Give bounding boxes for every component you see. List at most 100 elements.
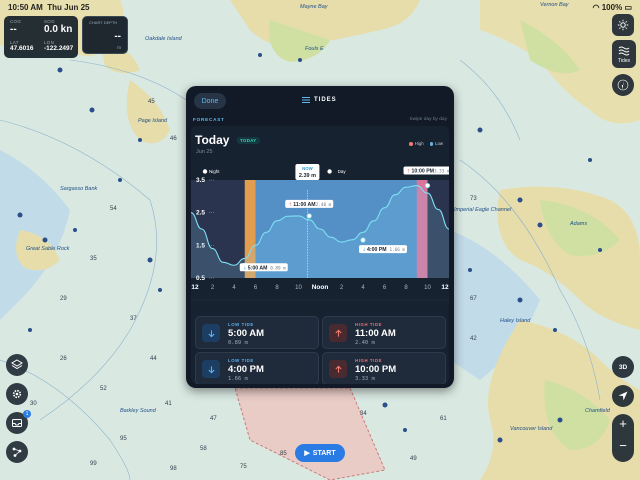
route-button[interactable]: [6, 441, 28, 463]
day-date: Jun 25: [196, 149, 213, 155]
depth-number: 49: [410, 456, 417, 462]
battery-percent: 100%: [601, 3, 623, 12]
layers-button[interactable]: [6, 354, 28, 376]
high-tide-cell[interactable]: HIGH TIDE 10:00 PM 3.33 m: [322, 352, 446, 384]
layers-icon: [11, 359, 23, 370]
depth-number: 37: [130, 316, 137, 322]
chart-depth-value: --: [114, 31, 121, 42]
tide-type: HIGH TIDE: [355, 358, 383, 363]
legend-low: Low: [429, 141, 443, 146]
tide-type: LOW TIDE: [228, 358, 254, 363]
start-button[interactable]: ▶ START: [295, 444, 345, 462]
tide-time: 10:00 PM: [355, 364, 397, 375]
zoom-out-button[interactable]: −: [612, 438, 634, 453]
y-tick-label: 2.5: [196, 210, 205, 217]
tides-button[interactable]: Tides: [612, 40, 636, 68]
sun-icon: [327, 169, 332, 174]
high-tide-point: [306, 213, 312, 219]
tide-height: 1.66 m: [228, 376, 248, 382]
place-label: Chamfield: [585, 408, 611, 414]
battery-icon: ▭: [624, 3, 632, 12]
tide-callout-time: 11:00 AM: [293, 202, 315, 208]
settings-button[interactable]: [6, 383, 28, 405]
lat-value: 47.6016: [10, 45, 34, 52]
low-tide-cell[interactable]: LOW TIDE 4:00 PM 1.66 m: [195, 352, 319, 384]
place-label: Imperial Eagle Channel: [454, 207, 512, 213]
arrow-up-icon: [329, 360, 347, 378]
depth-number: 44: [150, 356, 157, 362]
depth-number: 47: [210, 416, 217, 422]
tide-callout-height: 1.66 m: [389, 247, 405, 253]
tide-chart-svg[interactable]: NightDayNight3.52.51.50.5NOW2.39 m↓5:00 …: [191, 160, 449, 308]
swipe-hint: Swipe day by day: [409, 117, 447, 122]
tides-icon: [618, 46, 630, 56]
zoom-control[interactable]: + −: [612, 414, 634, 462]
gear-icon: [12, 389, 22, 399]
day-card[interactable]: Today TODAY Jun 25 High Low NightDayNigh…: [191, 126, 449, 384]
panel-title: TIDES: [302, 97, 337, 103]
x-tick-label: 12: [191, 284, 199, 291]
inbox-button[interactable]: 1: [6, 410, 31, 434]
cog-readout: COG --: [10, 19, 21, 35]
arrow-up-icon: ↑: [407, 169, 411, 175]
band-label: Night: [209, 169, 220, 174]
arrow-up-icon: [329, 324, 347, 342]
depth-number: 98: [170, 466, 177, 472]
sog-readout: SOG 0.0 kn: [44, 19, 72, 35]
tide-time: 5:00 AM: [228, 328, 265, 339]
chart-legend: High Low: [409, 141, 443, 146]
tide-chart[interactable]: NightDayNight3.52.51.50.5NOW2.39 m↓5:00 …: [191, 160, 449, 308]
tide-callout-time: 5:00 AM: [248, 265, 268, 271]
place-label: Adams: [569, 221, 587, 227]
band-label: Day: [338, 169, 347, 174]
status-time: 10:50 AM: [8, 3, 43, 12]
tide-height: 3.33 m: [355, 376, 375, 382]
x-tick-label: 8: [275, 285, 279, 291]
legend-high-label: High: [414, 141, 424, 146]
depth-number: 46: [170, 136, 177, 142]
high-dot-icon: [409, 142, 413, 146]
arrow-down-icon: ↓: [362, 247, 366, 253]
wifi-icon: ◠: [592, 3, 600, 12]
low-tide-cell[interactable]: LOW TIDE 5:00 AM 0.89 m: [195, 316, 319, 349]
place-label: Fouls E: [305, 46, 324, 52]
day-title: Today: [195, 133, 230, 147]
legend-low-label: Low: [435, 141, 443, 146]
done-button[interactable]: Done: [194, 93, 226, 109]
x-tick-label: 10: [424, 285, 431, 291]
instrument-panel[interactable]: COG -- SOG 0.0 kn LAT 47.6016 LON -122.2…: [4, 16, 78, 58]
tide-callout-time: 4:00 PM: [367, 247, 387, 253]
depth-number: 99: [90, 461, 97, 467]
low-tide-point: [360, 237, 366, 243]
panel-title-text: TIDES: [314, 97, 337, 103]
tide-time: 11:00 AM: [355, 328, 396, 339]
chart-depth-unit: m: [117, 45, 121, 50]
forecast-label: FORECAST: [193, 117, 225, 122]
tide-callout-time: 10:00 PM: [412, 169, 435, 175]
brightness-button[interactable]: [612, 14, 634, 36]
3d-view-button[interactable]: 3D: [612, 356, 634, 378]
chart-depth-readout[interactable]: CHART DEPTH -- m: [82, 16, 128, 54]
zoom-in-button[interactable]: +: [612, 416, 634, 431]
x-tick-label: 4: [232, 285, 236, 291]
x-tick-label: 10: [295, 285, 302, 291]
x-tick-label: 2: [340, 285, 344, 291]
list-icon: [302, 97, 310, 103]
tide-type: LOW TIDE: [228, 322, 254, 327]
play-icon: ▶: [304, 450, 310, 457]
y-tick-label: 3.5: [196, 177, 205, 184]
place-label: Haley Island: [500, 318, 531, 324]
x-tick-label: 6: [254, 285, 258, 291]
x-tick-label: Noon: [312, 284, 329, 291]
x-tick-label: 8: [404, 285, 408, 291]
status-battery: ◠ 100% ▭: [593, 3, 632, 12]
high-tide-cell[interactable]: HIGH TIDE 11:00 AM 2.40 m: [322, 316, 446, 349]
depth-number: 95: [120, 436, 127, 442]
tides-panel[interactable]: Done TIDES FORECAST Swipe day by day Tod…: [186, 86, 454, 388]
compass-button[interactable]: [612, 74, 634, 96]
locate-button[interactable]: [612, 385, 634, 407]
inbox-icon: [12, 419, 22, 427]
tide-callout-height: 2.40 m: [316, 202, 332, 208]
today-badge: TODAY: [237, 137, 260, 144]
arrow-up-icon: ↑: [288, 202, 292, 208]
